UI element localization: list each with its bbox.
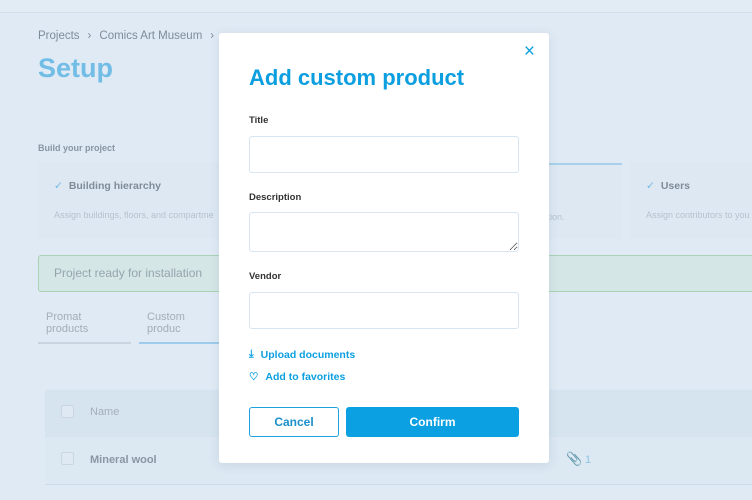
chevron-right-icon: › xyxy=(87,30,92,42)
check-icon: ✓ xyxy=(646,180,655,192)
title-label: Title xyxy=(249,115,269,126)
upload-label: Upload documents xyxy=(260,348,356,361)
step-desc: Assign contributors to you xyxy=(646,210,750,220)
top-bar xyxy=(0,0,752,13)
step-title: Building hierarchy xyxy=(68,180,161,192)
add-custom-product-modal: × Add custom product Title Description V… xyxy=(219,33,549,463)
title-input[interactable] xyxy=(249,136,519,173)
chevron-right-icon: › xyxy=(210,30,215,42)
vendor-input[interactable] xyxy=(249,292,519,329)
cancel-button[interactable]: Cancel xyxy=(249,407,339,437)
download-icon: ⤓ xyxy=(249,348,254,360)
step-desc: Assign buildings, floors, and compartme xyxy=(54,210,214,220)
breadcrumb-project[interactable]: Comics Art Museum xyxy=(99,30,202,42)
close-icon[interactable]: × xyxy=(524,41,535,63)
paperclip-icon[interactable]: 📎 xyxy=(566,451,582,467)
heart-icon: ♡ xyxy=(249,371,259,383)
favorites-label: Add to favorites xyxy=(265,371,346,383)
modal-title: Add custom product xyxy=(249,65,465,90)
confirm-button[interactable]: Confirm xyxy=(346,407,519,437)
column-name[interactable]: Name xyxy=(90,406,119,418)
page-title: Setup xyxy=(38,53,114,83)
upload-documents-link[interactable]: ⤓ Upload documents xyxy=(249,348,355,361)
tab-promat-products[interactable]: Promat products xyxy=(38,311,131,344)
add-to-favorites-link[interactable]: ♡ Add to favorites xyxy=(249,371,345,383)
description-label: Description xyxy=(249,192,302,203)
check-icon: ✓ xyxy=(54,180,63,192)
vendor-label: Vendor xyxy=(249,271,282,282)
row-name: Mineral wool xyxy=(90,454,157,466)
section-label: Build your project xyxy=(38,143,116,153)
description-textarea[interactable] xyxy=(249,212,519,252)
step-title: Users xyxy=(660,180,691,192)
row-checkbox[interactable] xyxy=(61,452,74,465)
tab-custom-products[interactable]: Custom produc xyxy=(139,311,229,344)
step-users[interactable]: ✓ Users Assign contributors to you xyxy=(630,163,752,239)
breadcrumb: Projects › Comics Art Museum › xyxy=(38,30,214,42)
select-all-checkbox[interactable] xyxy=(61,405,74,418)
breadcrumb-projects[interactable]: Projects xyxy=(38,30,80,42)
attachment-count: 1 xyxy=(585,454,592,466)
